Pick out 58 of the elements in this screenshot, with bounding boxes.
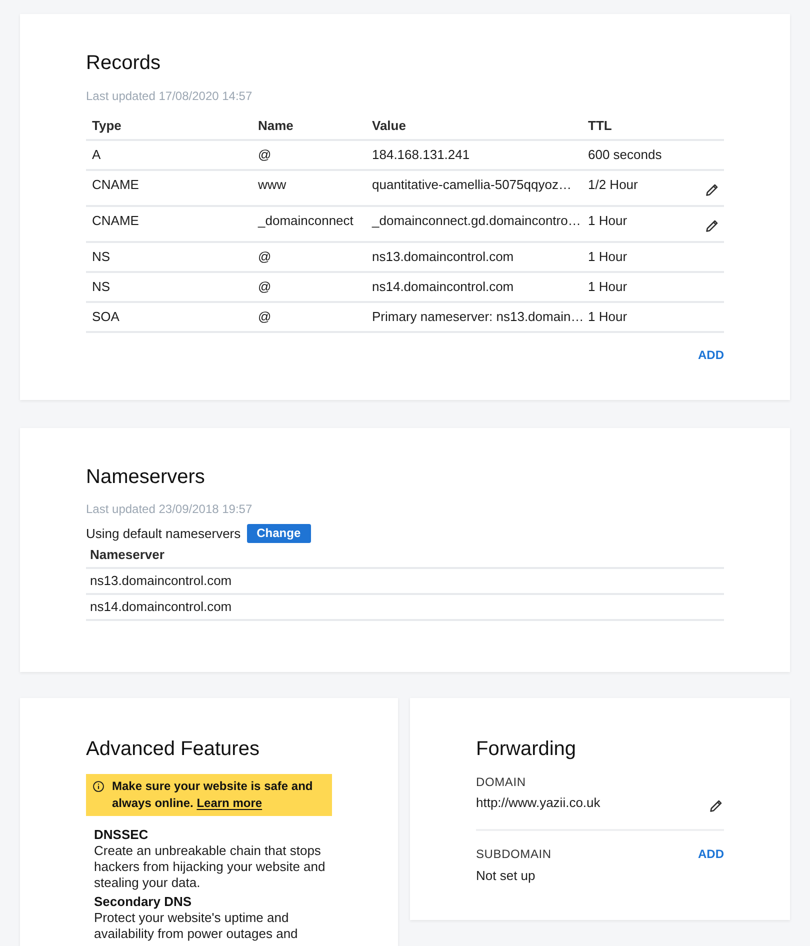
pencil-icon <box>706 220 718 232</box>
section-title: Nameservers <box>86 465 206 490</box>
table-cell-text: ns14.domaincontrol.com <box>371 278 515 296</box>
add-button[interactable]: ADD <box>698 347 724 363</box>
field-value: Not set up <box>476 868 536 884</box>
edit-button[interactable] <box>706 184 718 196</box>
table-cell-text: 1 Hour <box>587 212 628 230</box>
feature-description: Create an unbreakable chain that stops hackers from hijacking your website and stealing your data. <box>94 843 326 891</box>
field-label: SUBDOMAIN <box>476 846 552 862</box>
pencil-icon <box>706 184 718 196</box>
feature-title: DNSSEC <box>94 827 150 843</box>
table-cell-text: CNAME <box>91 176 140 194</box>
table-cell-text: CNAME <box>91 212 140 230</box>
table-cell-text: 1 Hour <box>587 248 628 266</box>
section-title: Records <box>86 51 162 76</box>
section-title: Forwarding <box>476 737 578 762</box>
table-cell-text: 1/2 Hour <box>587 176 639 194</box>
status-text: Using default nameservers <box>86 526 241 542</box>
table-cell-text: 184.168.131.241 <box>371 146 471 164</box>
feature-title: Secondary DNS <box>94 894 193 910</box>
feature-description: Protect your website's uptime and availability from power outages and <box>94 910 299 942</box>
column-header: Name <box>257 116 294 135</box>
table-cell-text: A <box>91 146 102 164</box>
table-cell-text: quantitative-camellia-5075qqyoz… <box>371 176 572 194</box>
column-header: TTL <box>587 116 613 135</box>
section-title: Advanced Features <box>86 737 260 762</box>
notice-text: Make sure your website is safe and always online. Learn more <box>112 778 314 812</box>
learn-more-link[interactable]: Learn more <box>196 796 262 810</box>
column-header: Nameserver <box>89 546 164 564</box>
pencil-icon <box>710 800 722 812</box>
table-cell-text: _domainconnect.gd.domaincontro… <box>370 212 582 230</box>
table-cell-text: ns13.domaincontrol.com <box>89 573 232 589</box>
table-cell-text: ns14.domaincontrol.com <box>89 599 232 615</box>
table-cell-text: SOA <box>91 308 120 326</box>
change-button[interactable]: Change <box>246 524 311 543</box>
table-cell-text: ns13.domaincontrol.com <box>371 248 515 266</box>
table-cell-text: _domainconnect <box>256 212 354 230</box>
edit-button[interactable] <box>706 220 718 232</box>
table-cell-text: 1 Hour <box>587 308 628 326</box>
table-cell-text: @ <box>257 278 272 296</box>
table-cell-text: www <box>257 176 288 194</box>
column-header: Value <box>371 116 407 135</box>
field-value: http://www.yazii.co.uk <box>476 795 600 811</box>
table-cell-text: @ <box>257 146 272 164</box>
table-cell-text: Primary nameserver: ns13.domain… <box>371 308 582 326</box>
last-updated-text: Last updated 17/08/2020 14:57 <box>86 88 254 104</box>
column-header: Type <box>91 116 122 135</box>
table-cell-text: NS <box>91 278 112 296</box>
edit-button[interactable] <box>710 800 722 812</box>
table-cell-text: @ <box>257 248 272 266</box>
add-button[interactable]: ADD <box>698 846 724 862</box>
table-cell-text: 1 Hour <box>587 278 628 296</box>
field-label: DOMAIN <box>476 774 527 790</box>
last-updated-text: Last updated 23/09/2018 19:57 <box>86 501 254 517</box>
table-cell-text: 600 seconds <box>587 146 663 164</box>
info-icon <box>93 781 104 792</box>
table-cell-text: NS <box>91 248 112 266</box>
table-cell-text: @ <box>257 308 272 326</box>
